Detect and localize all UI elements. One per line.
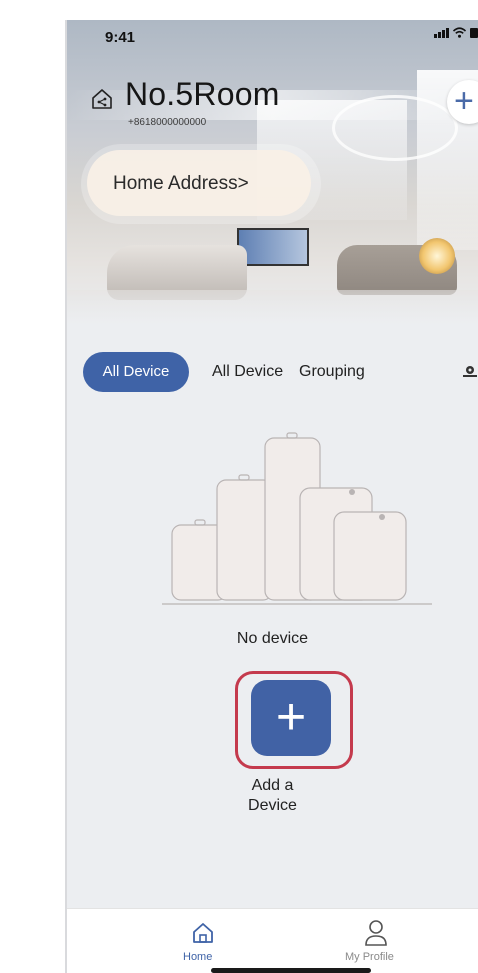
- settings-gear-icon[interactable]: [463, 363, 477, 377]
- battery-icon: [470, 28, 478, 38]
- nav-home-label[interactable]: Home: [183, 951, 212, 963]
- empty-devices-illustration: [162, 432, 432, 605]
- person-icon[interactable]: [364, 919, 388, 947]
- app-screen: 9:41 No.5Room +8618000000000 + Home Addr…: [67, 20, 478, 973]
- tab-grouping[interactable]: Grouping: [299, 363, 365, 381]
- home-address-label[interactable]: Home Address>: [113, 173, 249, 195]
- tab-all-device[interactable]: All Device: [212, 363, 283, 381]
- nav-profile-label[interactable]: My Profile: [345, 951, 394, 963]
- empty-state-message: No device: [236, 630, 309, 647]
- signal-icon: [434, 28, 449, 38]
- add-device-button[interactable]: +: [251, 680, 331, 756]
- add-device-label: Add a Device: [248, 777, 297, 814]
- home-indicator: [211, 968, 371, 973]
- home-icon[interactable]: [191, 921, 215, 945]
- bottom-tab-bar: [67, 908, 478, 973]
- wifi-icon: [453, 27, 466, 38]
- tab-all-device-active[interactable]: All Device: [83, 352, 189, 392]
- room-title[interactable]: No.5Room: [125, 76, 280, 113]
- status-time: 9:41: [105, 29, 136, 46]
- home-share-icon[interactable]: [91, 88, 113, 110]
- status-icons: [434, 27, 478, 38]
- account-phone: +8618000000000: [128, 117, 207, 128]
